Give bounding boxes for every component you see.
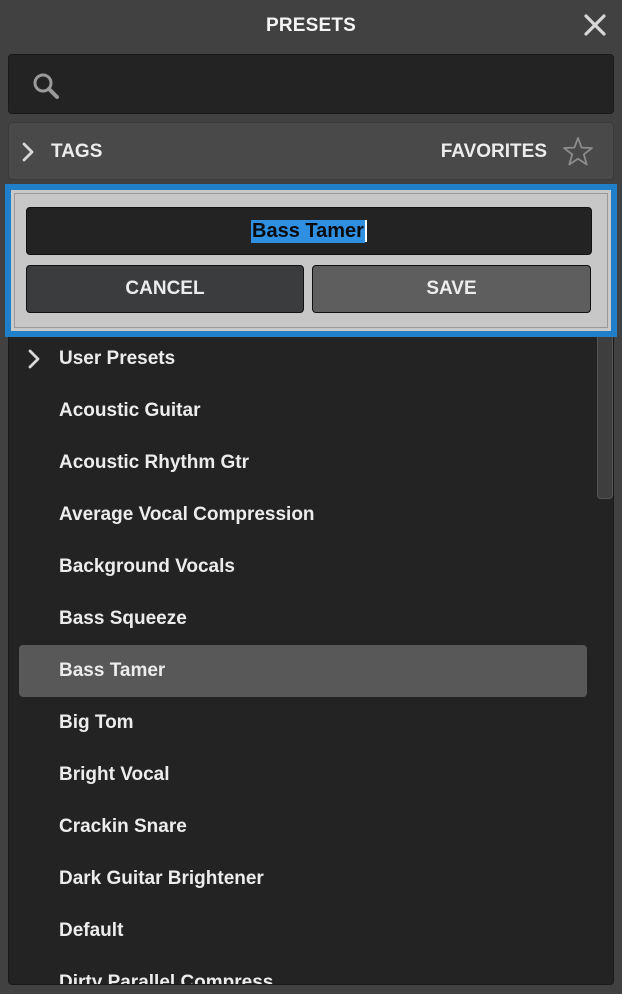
folder-label: User Presets xyxy=(59,348,176,369)
save-preset-dialog: Bass Tamer CANCEL SAVE xyxy=(5,184,617,337)
list-item[interactable]: Acoustic Rhythm Gtr xyxy=(19,437,587,489)
preset-label: Default xyxy=(59,920,124,941)
close-icon[interactable] xyxy=(582,12,608,38)
favorites-toggle[interactable]: FAVORITES xyxy=(441,123,595,181)
preset-name-input[interactable]: Bass Tamer xyxy=(26,207,592,255)
preset-label: Dirty Parallel Compress xyxy=(59,972,274,985)
title-bar: PRESETS xyxy=(0,0,622,52)
search-input[interactable] xyxy=(73,65,603,105)
save-dialog-body: Bass Tamer CANCEL SAVE xyxy=(14,193,608,328)
save-button[interactable]: SAVE xyxy=(312,265,591,313)
preset-label: Acoustic Rhythm Gtr xyxy=(59,452,250,473)
list-item[interactable]: Dark Guitar Brightener xyxy=(19,853,587,905)
star-icon[interactable] xyxy=(561,135,595,169)
preset-label: Dark Guitar Brightener xyxy=(59,868,264,889)
preset-label: Acoustic Guitar xyxy=(59,400,201,421)
preset-label: Bright Vocal xyxy=(59,764,170,785)
chevron-right-icon xyxy=(28,349,40,369)
preset-label: Background Vocals xyxy=(59,556,235,577)
search-icon xyxy=(33,73,59,99)
folder-user-presets[interactable]: User Presets xyxy=(19,333,587,385)
panel-title: PRESETS xyxy=(265,15,357,36)
tags-toggle[interactable]: TAGS xyxy=(21,123,102,181)
list-item[interactable]: Bass Squeeze xyxy=(19,593,587,645)
list-item[interactable]: Big Tom xyxy=(19,697,587,749)
list-item[interactable]: Background Vocals xyxy=(19,541,587,593)
preset-label: Average Vocal Compression xyxy=(59,504,315,525)
preset-label: Bass Squeeze xyxy=(59,608,187,629)
list-item[interactable]: Crackin Snare xyxy=(19,801,587,853)
preset-name-value: Bass Tamer xyxy=(251,219,365,243)
favorites-label: FAVORITES xyxy=(440,141,547,162)
preset-label: Crackin Snare xyxy=(59,816,187,837)
chevron-right-icon xyxy=(22,142,34,162)
filter-bar: TAGS FAVORITES xyxy=(8,122,614,180)
preset-label: Bass Tamer xyxy=(59,660,166,681)
list-item[interactable]: Bright Vocal xyxy=(19,749,587,801)
list-item-selected[interactable]: Bass Tamer xyxy=(19,645,587,697)
search-box xyxy=(8,54,614,114)
preset-label: Big Tom xyxy=(59,712,134,733)
cancel-button[interactable]: CANCEL xyxy=(26,265,304,313)
list-item[interactable]: Average Vocal Compression xyxy=(19,489,587,541)
list-item[interactable]: Default xyxy=(19,905,587,957)
text-caret xyxy=(364,220,367,242)
list-item[interactable]: Dirty Parallel Compress xyxy=(19,957,587,985)
tags-label: TAGS xyxy=(51,141,103,162)
list-item[interactable]: Acoustic Guitar xyxy=(19,385,587,437)
scrollbar[interactable] xyxy=(597,325,613,499)
presets-panel: PRESETS TAGS FAVORITES User Presets Acou… xyxy=(0,0,622,994)
